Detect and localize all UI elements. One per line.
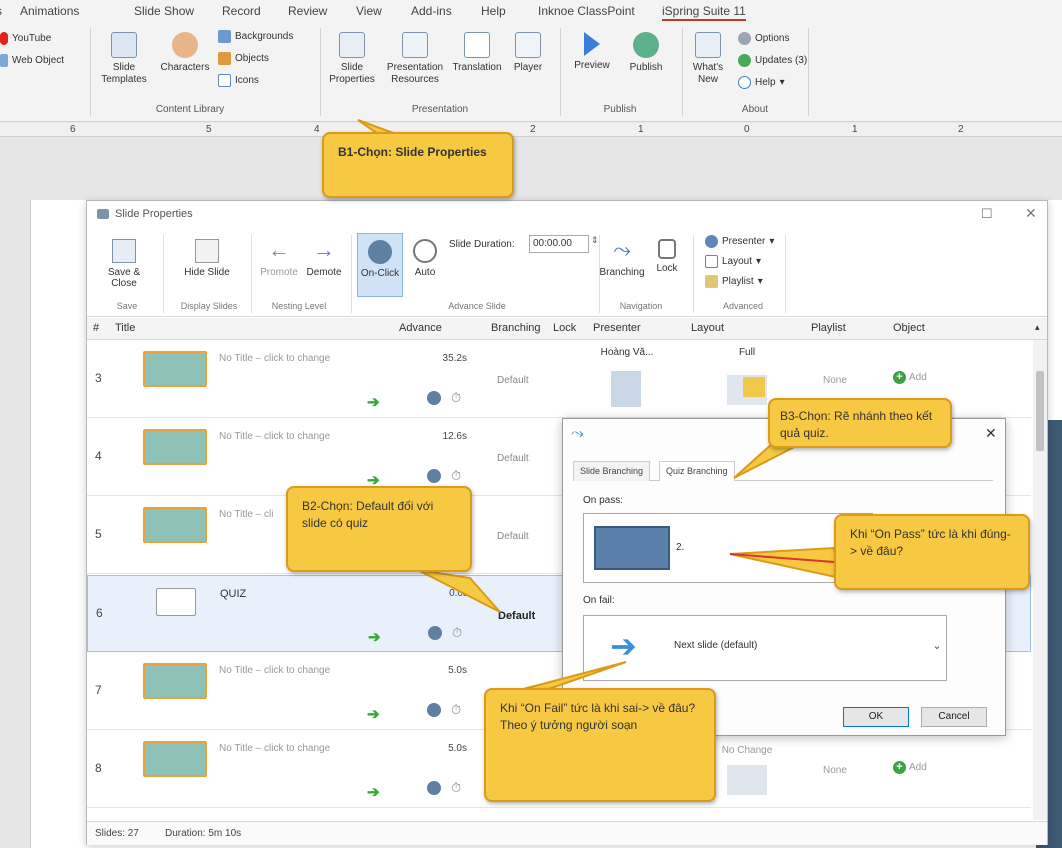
callout-b2-text: B2-Chọn: Default đối với slide có quiz [302, 499, 434, 530]
callout-b3-text: B3-Chọn: Rẽ nhánh theo kết quả quiz. [780, 409, 933, 440]
callout-on-pass-text: Khi “On Pass” tức là khi đúng-> về đâu? [850, 527, 1011, 558]
callout-b1-text: B1-Chọn: Slide Properties [338, 145, 487, 159]
b2-pointer [417, 569, 501, 613]
callout-on-fail-text: Khi “On Fail” tức là khi sai-> về đâu? T… [500, 701, 696, 732]
callout-b2: B2-Chọn: Default đối với slide có quiz [286, 486, 472, 572]
callout-on-pass: Khi “On Pass” tức là khi đúng-> về đâu? [834, 514, 1030, 590]
pass-pointer [729, 546, 842, 580]
callout-b1: B1-Chọn: Slide Properties [322, 132, 514, 198]
callout-b3: B3-Chọn: Rẽ nhánh theo kết quả quiz. [768, 398, 952, 448]
callout-on-fail: Khi “On Fail” tức là khi sai-> về đâu? T… [484, 688, 716, 802]
